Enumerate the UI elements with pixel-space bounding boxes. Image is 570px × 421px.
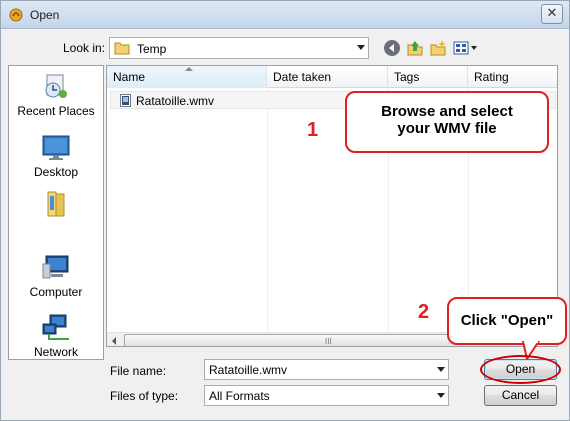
scroll-left-icon[interactable] (112, 337, 116, 345)
file-name: Ratatoille.wmv (136, 94, 215, 108)
places-bar: Recent Places Desktop Computer Network (8, 65, 104, 360)
views-menu-icon[interactable] (452, 39, 478, 57)
column-header-label: Rating (474, 70, 509, 84)
column-header-tags[interactable]: Tags (388, 66, 468, 88)
file-type-select[interactable]: All Formats (204, 385, 449, 406)
column-header-row: Name Date taken Tags Rating (107, 66, 557, 88)
file-name-label: File name: (110, 364, 167, 378)
step2-number: 2 (418, 301, 430, 323)
step2-callout: Click "Open" (447, 297, 567, 345)
title-bar[interactable]: Open ✕ (1, 1, 569, 29)
chevron-down-icon (357, 45, 365, 50)
place-label: Recent Places (17, 104, 95, 118)
look-in-label: Look in: (63, 41, 106, 55)
place-user-library[interactable] (9, 190, 103, 242)
column-divider (267, 88, 268, 334)
step2-text: Click "Open" (460, 312, 554, 329)
close-button[interactable]: ✕ (541, 4, 563, 24)
file-name-combobox[interactable]: Ratatoille.wmv (204, 359, 449, 380)
chevron-down-icon (437, 393, 445, 398)
scrollbar-grip: III (325, 337, 332, 346)
open-dialog: Open ✕ Look in: Temp Recent Places Deskt… (0, 0, 570, 421)
place-desktop[interactable]: Desktop (9, 133, 103, 185)
file-type-label: Files of type: (110, 389, 179, 403)
file-name-value: Ratatoille.wmv (209, 363, 288, 377)
wmv-file-icon (120, 94, 131, 107)
new-folder-icon[interactable] (429, 39, 447, 57)
cancel-button[interactable]: Cancel (484, 385, 557, 406)
column-header-label: Tags (394, 70, 420, 84)
step1-number: 1 (307, 119, 319, 141)
look-in-value: Temp (137, 42, 167, 56)
folder-icon (114, 42, 130, 55)
column-header-name[interactable]: Name (107, 66, 267, 88)
column-header-date-taken[interactable]: Date taken (267, 66, 388, 88)
recent-places-icon (45, 74, 67, 98)
sort-ascending-icon (185, 67, 193, 71)
user-library-icon (47, 191, 65, 217)
app-icon (9, 8, 23, 22)
place-computer[interactable]: Computer (9, 253, 103, 305)
up-folder-icon[interactable] (406, 39, 424, 57)
column-header-rating[interactable]: Rating (468, 66, 557, 88)
step1-text-line2: your WMV file (397, 120, 497, 137)
window-title: Open (30, 8, 60, 22)
network-icon (42, 314, 69, 340)
back-icon[interactable] (383, 39, 401, 57)
computer-icon (42, 255, 69, 279)
place-label: Desktop (33, 165, 79, 179)
place-label: Network (33, 345, 78, 359)
column-header-label: Name (113, 70, 146, 84)
place-label: Computer (29, 285, 83, 299)
place-network[interactable]: Network (9, 313, 103, 365)
desktop-icon (42, 135, 70, 160)
column-header-label: Date taken (273, 70, 332, 84)
look-in-dropdown[interactable]: Temp (109, 37, 369, 59)
place-recent-places[interactable]: Recent Places (9, 72, 103, 124)
chevron-down-icon[interactable] (437, 367, 445, 372)
step1-callout: Browse and select your WMV file (345, 91, 549, 153)
step1-text-line1: Browse and select (381, 103, 513, 120)
file-type-value: All Formats (209, 389, 270, 403)
open-button-highlight (480, 355, 561, 384)
